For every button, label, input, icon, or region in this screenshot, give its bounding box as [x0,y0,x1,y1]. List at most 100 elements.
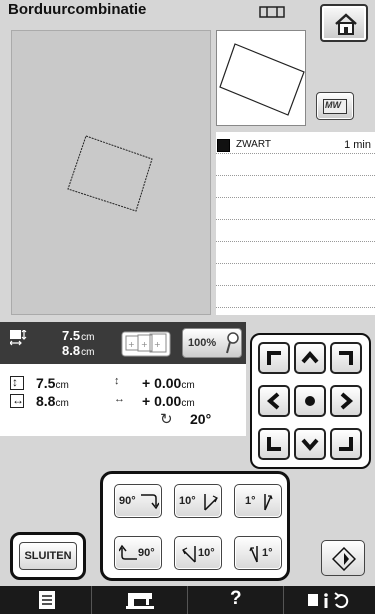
rotate-1-right-label: 1° [245,495,256,507]
offset-y-icon: ↕ [114,375,120,387]
thread-row-empty [216,264,375,286]
arrow-up-icon [301,350,319,364]
hoop-icon [259,6,285,18]
rotate-1-left-button[interactable]: 1° [234,536,282,570]
arrow-up-left-icon [267,351,281,365]
close-button[interactable]: SLUITEN [19,542,77,570]
mirror-button[interactable]: MW [316,92,354,120]
width-icon: ↔ [10,393,24,408]
rotation-panel: 90° 10° 1° 90° 10° 1° [100,471,290,581]
offset-x-icon: ↔ [114,393,125,405]
zoom-lens-icon [226,332,239,354]
rotation-value: 20° [190,411,212,427]
rotate-90-left-button[interactable]: 90° [114,536,162,570]
svg-text:+: + [141,340,148,349]
zoom-button[interactable]: 100% [182,328,242,358]
arrow-down-icon [301,438,319,452]
document-icon [39,591,55,609]
machine-button[interactable] [92,586,188,614]
move-down-right-button[interactable] [330,428,362,460]
close-label: SLUITEN [24,550,72,562]
rotate-small-left-icon [182,546,196,563]
thread-list: ZWART 1 min [216,132,375,315]
position-panel: ↕ 7.5cm ↕ + 0.00cm ↔ 8.8cm ↔ + 0.00cm ↻ … [0,364,246,436]
rotate-90-left-label: 90° [138,547,155,559]
size-info-bar: 7.5cm 8.8cm + + + 100% [0,322,246,364]
close-highlight: SLUITEN [10,532,86,580]
center-dot-icon [305,396,315,406]
thread-row-empty [216,176,375,198]
preview-outline [219,43,305,116]
help-button[interactable]: ? [188,586,284,614]
move-up-left-button[interactable] [258,342,290,374]
rotate-10-right-label: 10° [179,495,196,507]
svg-text:+: + [154,340,161,349]
move-pad [250,333,371,469]
offset-y-value: + 0.00cm [142,375,195,391]
thread-row-empty [216,154,375,176]
arrow-down-left-icon [267,437,281,451]
header: Borduurcombinatie [0,0,375,42]
rotate-counterclockwise-icon [119,544,137,560]
thread-time: 1 min [344,139,371,151]
document-button[interactable] [0,586,92,614]
rotate-10-left-button[interactable]: 10° [174,536,222,570]
size-icon [10,330,27,346]
thread-row-empty [216,220,375,242]
arrow-up-right-icon [339,351,353,365]
width-value: 8.8cm [36,393,69,409]
embroidery-canvas[interactable] [11,30,211,315]
height-row: ↕ 7.5cm ↕ + 0.00cm [0,374,246,392]
rotate-10-left-label: 10° [198,547,215,559]
flip-button[interactable] [321,540,365,576]
home-icon [335,13,357,35]
thread-row-empty [216,198,375,220]
offset-x-value: + 0.00cm [142,393,195,409]
settings-button[interactable] [284,586,375,614]
move-left-button[interactable] [258,385,290,417]
flip-icon [332,547,356,571]
arrow-down-right-icon [339,437,353,451]
rotate-clockwise-icon [141,494,159,510]
height-value: 7.5cm [36,375,69,391]
thread-color-swatch [217,139,230,152]
rotation-row: ↻ 20° [0,410,246,428]
settings-info-icon [308,592,349,609]
rotate-small-right-icon [204,494,218,511]
rotate-10-right-button[interactable]: 10° [174,484,222,518]
thread-row-empty [216,242,375,264]
design-preview [216,30,306,126]
embroidery-frame-icon: + + + [121,331,171,357]
move-up-right-button[interactable] [330,342,362,374]
rotate-tiny-left-icon [249,546,258,563]
mirror-mw-icon: MW [323,99,347,114]
move-down-button[interactable] [294,428,326,460]
thread-row: ZWART 1 min [216,132,375,154]
rotate-1-left-label: 1° [262,547,273,559]
move-right-button[interactable] [330,385,362,417]
bottom-toolbar: ? [0,586,375,614]
thread-row-empty [216,286,375,308]
design-height: 8.8cm [62,343,95,358]
home-button[interactable] [320,4,368,42]
design-width: 7.5cm [62,328,95,343]
page-title: Borduurcombinatie [8,1,147,18]
width-row: ↔ 8.8cm ↔ + 0.00cm [0,392,246,410]
height-icon: ↕ [10,375,24,390]
arrow-left-icon [266,392,280,410]
move-down-left-button[interactable] [258,428,290,460]
rotate-1-right-button[interactable]: 1° [234,484,282,518]
rotate-90-right-label: 90° [119,495,136,507]
move-center-button[interactable] [294,385,326,417]
arrow-right-icon [340,392,354,410]
rotate-90-right-button[interactable]: 90° [114,484,162,518]
sewing-machine-icon [126,593,154,609]
design-outline [67,135,153,212]
help-icon: ? [230,588,242,609]
move-up-button[interactable] [294,342,326,374]
rotate-tiny-right-icon [264,494,273,511]
svg-text:+: + [128,340,135,349]
rotation-icon: ↻ [160,411,173,428]
zoom-label: 100% [188,337,217,349]
thread-name: ZWART [236,139,271,150]
